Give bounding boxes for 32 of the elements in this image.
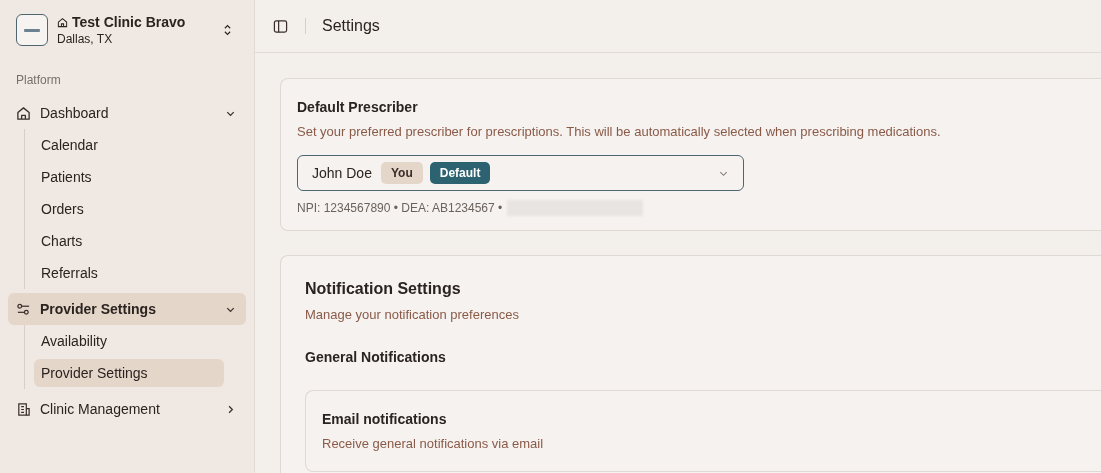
- badge: You: [380, 162, 423, 184]
- sidebar-item[interactable]: Clinic Management: [8, 393, 246, 425]
- page-title: Settings: [322, 17, 380, 35]
- clinic-location: Dallas, TX: [57, 32, 114, 46]
- card-description: Set your preferred prescriber for prescriptions. This will be automatically selected when prescribing medications.: [297, 124, 942, 139]
- sidebar-subitem[interactable]: Availability: [34, 327, 224, 355]
- home-icon: [57, 16, 68, 28]
- badge: Default: [429, 162, 491, 184]
- sidebar-subitem[interactable]: Calendar: [34, 131, 224, 159]
- clinic-name: Test Clinic Bravo: [72, 14, 186, 30]
- option-description: Receive general notifications via email: [322, 436, 545, 451]
- building-icon: [16, 401, 31, 417]
- card-description: Manage your notification preferences: [305, 307, 520, 322]
- sidebar-item[interactable]: Provider Settings: [8, 293, 246, 325]
- sidebar-toggle-icon[interactable]: [273, 18, 288, 34]
- sidebar-subitem[interactable]: Patients: [34, 163, 224, 191]
- option-title: Email notifications: [322, 411, 448, 427]
- card-title: Notification Settings: [305, 280, 462, 298]
- prescriber-name: John Doe: [312, 165, 372, 181]
- sidebar-subitem[interactable]: Charts: [34, 227, 224, 255]
- section-label: Platform: [16, 73, 62, 87]
- sidebar-subitem[interactable]: Referrals: [34, 259, 224, 287]
- prescriber-details: NPI: 1234567890 • DEA: AB1234567 •: [297, 201, 503, 215]
- sidebar-subitem[interactable]: Orders: [34, 195, 224, 223]
- card-title: Default Prescriber: [297, 99, 419, 115]
- clinic-logo-icon: [16, 14, 48, 46]
- section-heading: General Notifications: [305, 349, 447, 365]
- home-icon: [16, 105, 31, 121]
- sliders-icon: [16, 301, 31, 317]
- prescriber-select[interactable]: John Doe You Default: [297, 155, 744, 191]
- sidebar-item[interactable]: Dashboard: [8, 97, 246, 129]
- sidebar-subitem[interactable]: Provider Settings: [34, 359, 224, 387]
